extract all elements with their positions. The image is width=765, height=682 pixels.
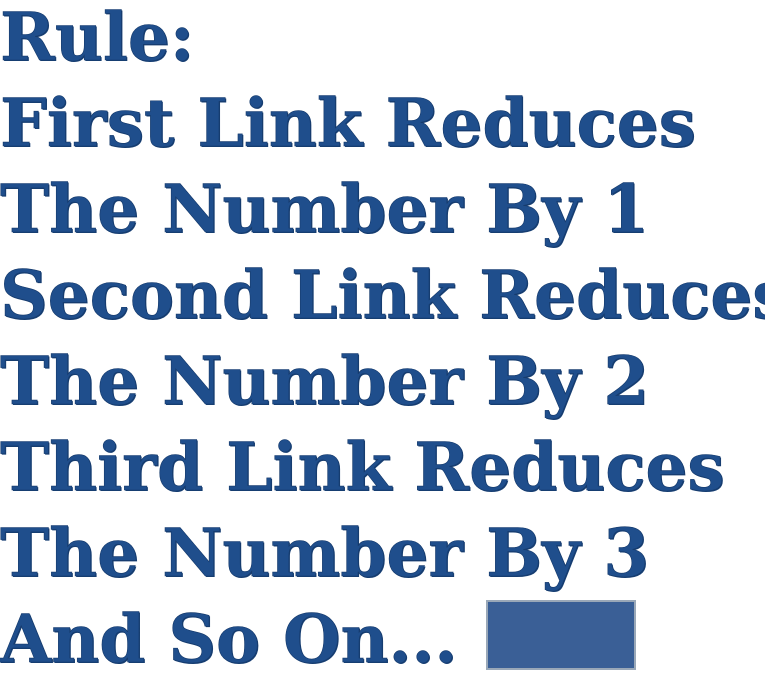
- rule-line-third-link: Third Link Reduces: [0, 428, 725, 507]
- rule-line-and-so-on: And So On...: [0, 600, 458, 679]
- rule-line-second-link: Second Link Reduces: [0, 256, 765, 335]
- rule-line-reduce-by-2: The Number By 2: [0, 342, 650, 421]
- rule-line-reduce-by-3: The Number By 3: [0, 514, 650, 593]
- rule-line-first-link: First Link Reduces: [0, 84, 696, 163]
- rule-text-block: Rule: First Link Reduces The Number By 1…: [0, 0, 765, 678]
- continue-button[interactable]: [486, 600, 636, 670]
- rule-heading: Rule:: [0, 0, 195, 76]
- rule-line-reduce-by-1: The Number By 1: [0, 170, 650, 249]
